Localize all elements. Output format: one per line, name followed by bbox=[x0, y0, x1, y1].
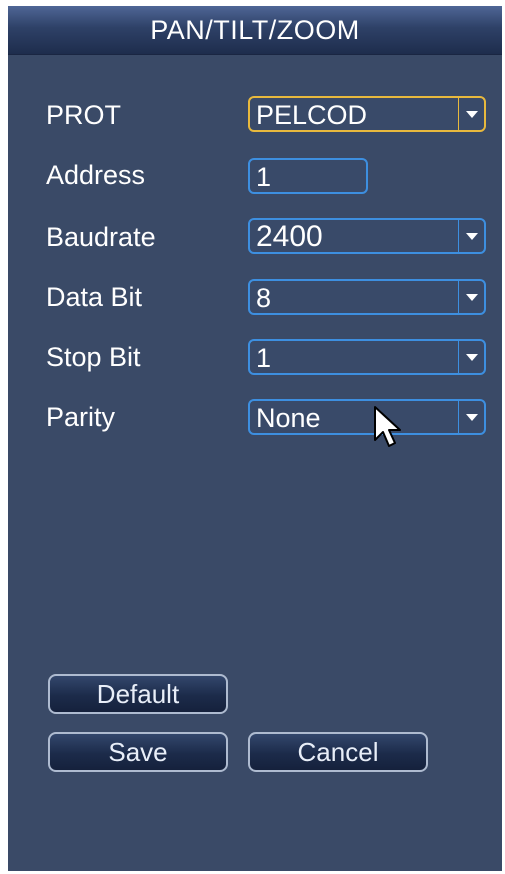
data-bit-label: Data Bit bbox=[46, 282, 143, 312]
baudrate-select[interactable]: 2400 bbox=[248, 218, 486, 254]
prot-label: PROT bbox=[46, 100, 122, 130]
address-input[interactable]: 1 bbox=[248, 158, 368, 194]
parity-select[interactable]: None bbox=[248, 399, 486, 435]
save-button[interactable]: Save bbox=[48, 732, 228, 772]
data-bit-select[interactable]: 8 bbox=[248, 279, 486, 315]
parity-label: Parity bbox=[46, 402, 116, 432]
default-button[interactable]: Default bbox=[48, 674, 228, 714]
ptz-settings-panel: PAN/TILT/ZOOM PROT PELCOD Address 1 Baud… bbox=[8, 6, 502, 871]
baudrate-value: 2400 bbox=[256, 220, 323, 253]
chevron-down-icon[interactable] bbox=[458, 401, 484, 433]
chevron-down-icon[interactable] bbox=[458, 281, 484, 313]
title-bar: PAN/TILT/ZOOM bbox=[8, 6, 502, 55]
address-label: Address bbox=[46, 160, 146, 190]
mouse-pointer-icon bbox=[374, 406, 401, 447]
window-title: PAN/TILT/ZOOM bbox=[150, 15, 360, 45]
chevron-down-icon[interactable] bbox=[458, 98, 484, 130]
data-bit-value: 8 bbox=[256, 283, 272, 313]
prot-select[interactable]: PELCOD bbox=[248, 96, 486, 132]
parity-value: None bbox=[256, 403, 321, 433]
chevron-down-icon[interactable] bbox=[458, 341, 484, 373]
cancel-button[interactable]: Cancel bbox=[248, 732, 428, 772]
prot-value: PELCOD bbox=[256, 100, 368, 130]
baudrate-label: Baudrate bbox=[46, 222, 156, 252]
chevron-down-icon[interactable] bbox=[458, 220, 484, 252]
stop-bit-label: Stop Bit bbox=[46, 342, 141, 372]
stop-bit-value: 1 bbox=[256, 343, 272, 373]
address-value: 1 bbox=[256, 162, 272, 192]
stop-bit-select[interactable]: 1 bbox=[248, 339, 486, 375]
